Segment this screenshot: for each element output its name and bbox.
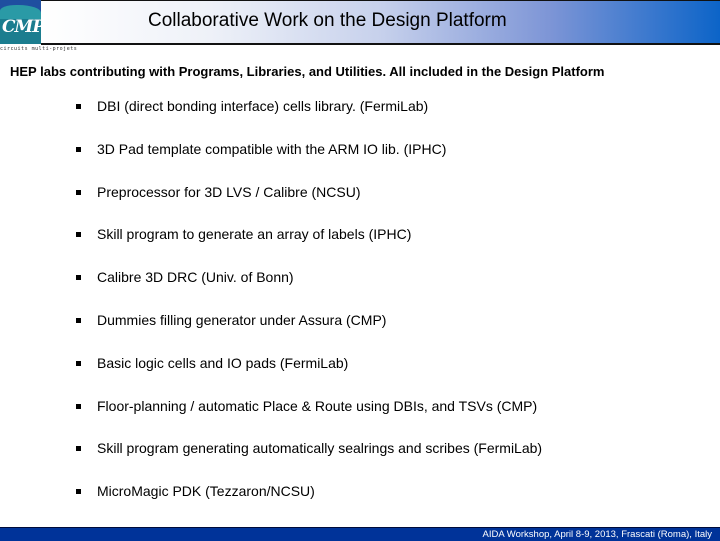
list-item: Preprocessor for 3D LVS / Calibre (NCSU) (76, 184, 542, 227)
bullet-icon (76, 232, 81, 238)
list-item-label: MicroMagic PDK (Tezzaron/NCSU) (97, 483, 315, 500)
slide-title: Collaborative Work on the Design Platfor… (148, 10, 507, 31)
list-item-label: Preprocessor for 3D LVS / Calibre (NCSU) (97, 183, 361, 200)
header-band: Collaborative Work on the Design Platfor… (41, 0, 720, 45)
list-item: Skill program to generate an array of la… (76, 226, 542, 269)
list-item-label: Skill program generating automatically s… (97, 440, 543, 457)
list-item: DBI (direct bonding interface) cells lib… (76, 98, 542, 141)
list-item-label: 3D Pad template compatible with the ARM … (97, 140, 447, 157)
list-item-label: Floor-planning / automatic Place & Route… (97, 397, 538, 414)
list-item-label: Basic logic cells and IO pads (FermiLab) (97, 354, 349, 371)
list-item: 3D Pad template compatible with the ARM … (76, 141, 542, 184)
bullet-icon (76, 360, 81, 366)
cmp-logo: CMP (0, 0, 41, 44)
bullet-icon (76, 104, 81, 109)
bullet-icon (76, 403, 81, 409)
bullet-icon (76, 275, 81, 281)
list-item: Calibre 3D DRC (Univ. of Bonn) (76, 269, 542, 312)
list-item: Skill program generating automatically s… (76, 440, 542, 483)
slide-subtitle: HEP labs contributing with Programs, Lib… (10, 64, 605, 79)
list-item-label: Dummies filling generator under Assura (… (97, 311, 387, 328)
contribution-list: DBI (direct bonding interface) cells lib… (76, 98, 542, 526)
list-item: Basic logic cells and IO pads (FermiLab) (76, 355, 542, 398)
logo-caption: circuits multi-projets (0, 46, 78, 52)
logo-text: CMP (2, 17, 41, 37)
bullet-icon (76, 146, 81, 152)
list-item: Dummies filling generator under Assura (… (76, 312, 542, 355)
footer-text: AIDA Workshop, April 8-9, 2013, Frascati… (482, 529, 713, 540)
bullet-icon (76, 189, 81, 195)
list-item: MicroMagic PDK (Tezzaron/NCSU) (76, 483, 542, 526)
list-item-label: Skill program to generate an array of la… (97, 226, 412, 243)
list-item: Floor-planning / automatic Place & Route… (76, 398, 542, 441)
list-item-label: DBI (direct bonding interface) cells lib… (97, 98, 429, 114)
bullet-icon (76, 489, 81, 495)
bullet-icon (76, 317, 81, 323)
bullet-icon (76, 446, 81, 452)
list-item-label: Calibre 3D DRC (Univ. of Bonn) (97, 269, 294, 286)
footer-bar: AIDA Workshop, April 8-9, 2013, Frascati… (0, 527, 720, 541)
